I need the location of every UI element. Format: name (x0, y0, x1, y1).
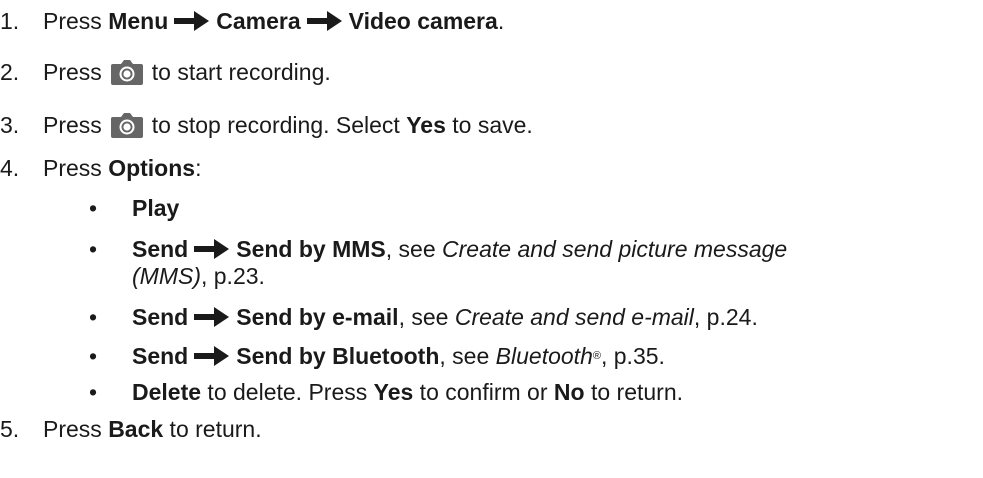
step-text: Press Back to return. (43, 414, 262, 444)
step-suffix: . (497, 8, 505, 34)
reference-link: Create and send picture message (442, 236, 788, 262)
no-label: No (553, 379, 585, 405)
yes-label: Yes (406, 112, 446, 138)
menu-label: Menu (108, 8, 169, 34)
bullet: • (89, 236, 98, 262)
see-text: , see (398, 304, 455, 330)
step-number: 5. (0, 416, 20, 442)
step-prefix: Press (43, 416, 109, 442)
step-prefix: Press (43, 8, 109, 34)
camera-shutter-icon (110, 58, 144, 86)
reference-link: Bluetooth (495, 343, 593, 369)
step-text: Press to start recording. (43, 57, 331, 87)
step-number: 2. (0, 59, 20, 85)
send-label: Send (132, 236, 189, 262)
confirm-text: to confirm or (413, 379, 554, 405)
options-label: Options (108, 155, 196, 181)
step-suffix: to start recording. (151, 59, 331, 85)
right-arrow-icon (194, 345, 230, 367)
page-ref: , p.23. (200, 263, 265, 289)
camera-shutter-icon (110, 111, 144, 139)
yes-label: Yes (373, 379, 414, 405)
back-label: Back (108, 416, 164, 442)
send-by-email-label: Send by e-mail (236, 304, 399, 330)
list-item-text-continued: (MMS) , p.23. (132, 261, 265, 291)
step-number: 4. (0, 155, 20, 181)
camera-label: Camera (216, 8, 301, 34)
list-item-text: Play (132, 193, 179, 223)
step-number: 3. (0, 112, 20, 138)
play-label: Play (132, 195, 180, 221)
delete-label: Delete (132, 379, 202, 405)
list-item-text: Send Send by MMS , see Create and send p… (132, 234, 787, 264)
reference-link: Create and send e-mail (454, 304, 694, 330)
send-by-mms-label: Send by MMS (236, 236, 386, 262)
reference-link-continued: (MMS) (132, 263, 201, 289)
step-suffix: : (195, 155, 202, 181)
send-label: Send (132, 304, 189, 330)
step-prefix: Press (43, 59, 102, 85)
send-by-bluetooth-label: Send by Bluetooth (236, 343, 440, 369)
return-text: to return. (584, 379, 684, 405)
video-camera-label: Video camera (348, 8, 498, 34)
step-suffix: to stop recording. Select (151, 112, 407, 138)
bullet: • (89, 379, 98, 405)
send-label: Send (132, 343, 189, 369)
step-prefix: Press (43, 155, 109, 181)
right-arrow-icon (194, 306, 230, 328)
page-ref: , p.35. (600, 343, 665, 369)
right-arrow-icon (307, 10, 343, 32)
step-text: Press Menu Camera Video camera . (43, 6, 504, 36)
right-arrow-icon (174, 10, 210, 32)
list-item-text: Send Send by Bluetooth , see Bluetooth ® … (132, 343, 665, 369)
bullet: • (89, 304, 98, 330)
see-text: , see (385, 236, 443, 262)
step-tail: to save. (445, 112, 533, 138)
step-suffix: to return. (163, 416, 262, 442)
step-text: Press to stop recording. Select Yes to s… (43, 110, 533, 140)
right-arrow-icon (194, 238, 230, 260)
see-text: , see (439, 343, 496, 369)
bullet: • (89, 195, 98, 221)
step-number: 1. (0, 8, 20, 34)
list-item-text: Delete to delete. Press Yes to confirm o… (132, 377, 683, 407)
page-ref: , p.24. (693, 304, 758, 330)
step-prefix: Press (43, 112, 102, 138)
step-text: Press Options : (43, 153, 201, 183)
instruction-document: 1. Press Menu Camera Video camera . 2. P… (0, 0, 983, 478)
bullet: • (89, 343, 98, 369)
list-item-text: Send Send by e-mail , see Create and sen… (132, 302, 758, 332)
delete-mid-text: to delete. Press (201, 379, 374, 405)
